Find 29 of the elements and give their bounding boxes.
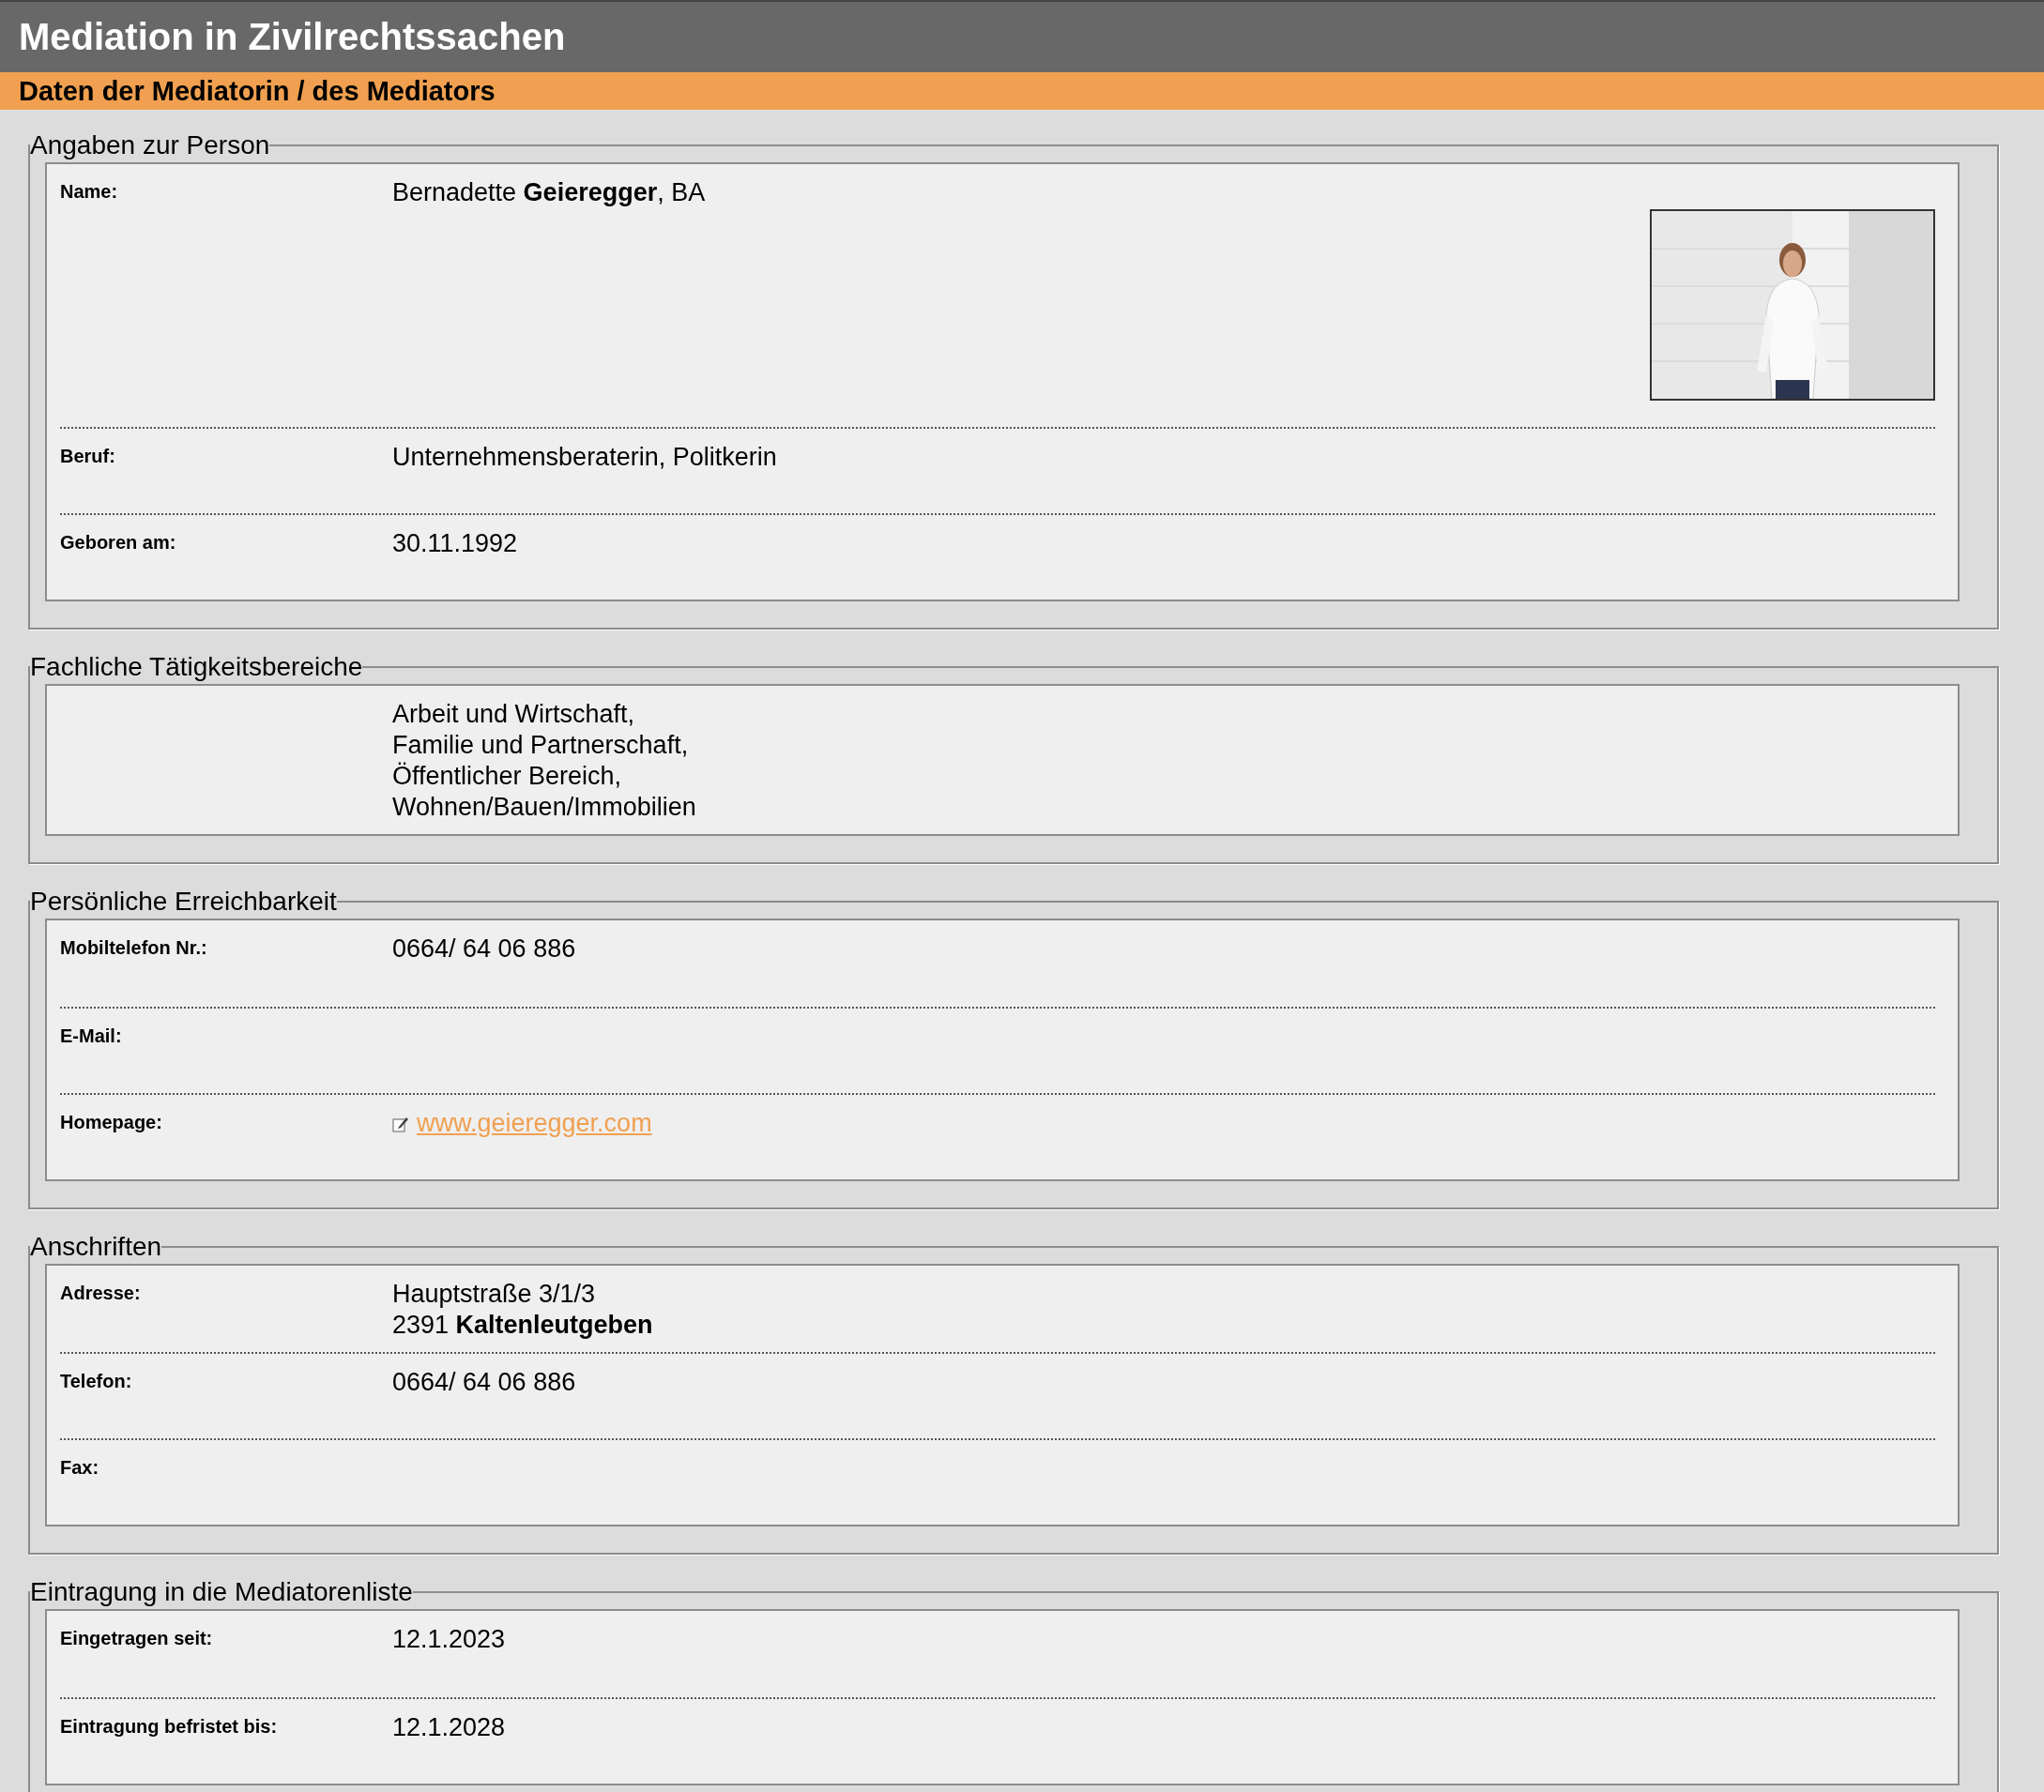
- fieldset-legend: Persönliche Erreichbarkeit: [30, 887, 337, 917]
- field-value: Bernadette Geieregger, BA: [392, 177, 706, 208]
- homepage-link[interactable]: www.geieregger.com: [417, 1108, 652, 1139]
- field-label: Telefon:: [60, 1371, 132, 1391]
- field-label: Eingetragen seit:: [60, 1628, 213, 1648]
- field-label: Fax:: [60, 1457, 99, 1478]
- field-value: 12.1.2023: [392, 1624, 506, 1655]
- field-value: 12.1.2028: [392, 1712, 506, 1743]
- field-label: Geboren am:: [60, 532, 176, 553]
- field-label: Name:: [60, 181, 118, 202]
- field-label: E-Mail:: [60, 1025, 122, 1046]
- edit-icon: [392, 1115, 409, 1132]
- field-label: Beruf:: [60, 446, 115, 466]
- field-value: Arbeit und Wirtschaft, Familie und Partnerschaft, Öffentlicher Bereich, Wohnen/Bauen/Immobilien: [392, 699, 696, 823]
- fieldset-legend: Anschriften: [30, 1232, 162, 1262]
- field-value: 0664/ 64 06 886: [392, 934, 576, 964]
- field-label: Eintragung befristet bis:: [60, 1716, 278, 1737]
- section-title: Daten der Mediatorin / des Mediators: [19, 75, 496, 107]
- field-label: Adresse:: [60, 1283, 141, 1303]
- fieldset-legend: Eintragung in die Mediatorenliste: [30, 1577, 413, 1607]
- page-title: Mediation in Zivilrechtssachen: [19, 16, 566, 58]
- fieldset-legend: Fachliche Tätigkeitsbereiche: [30, 652, 363, 682]
- field-value: 30.11.1992: [392, 528, 518, 559]
- field-value: 0664/ 64 06 886: [392, 1367, 576, 1398]
- fieldset-legend: Angaben zur Person: [30, 130, 270, 160]
- field-value: Hauptstraße 3/1/3 2391 Kaltenleutgeben: [392, 1279, 653, 1341]
- field-value: Unternehmensberaterin, Politkerin: [392, 442, 777, 473]
- field-label: Homepage:: [60, 1112, 162, 1132]
- field-label: Mobiltelefon Nr.:: [60, 937, 207, 958]
